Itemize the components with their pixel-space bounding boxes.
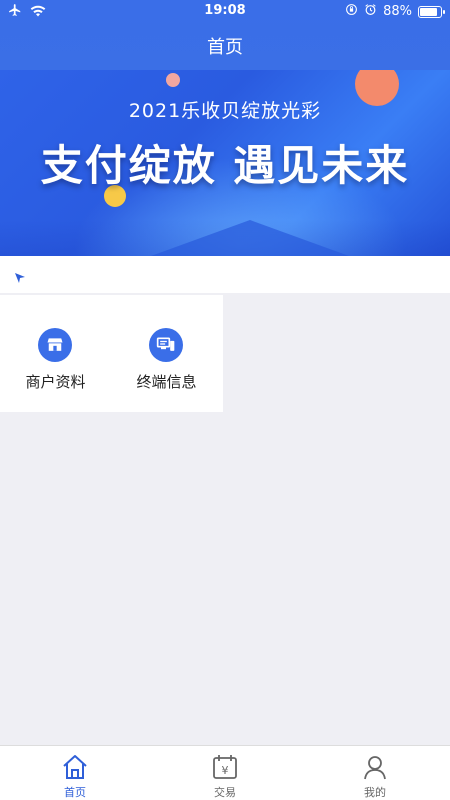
alarm-icon bbox=[364, 3, 377, 20]
page-title: 首页 bbox=[207, 37, 243, 58]
tab-home[interactable]: 首页 bbox=[0, 746, 150, 800]
top-bar: 19:08 88% 首页 bbox=[0, 0, 450, 70]
battery-fill bbox=[420, 7, 437, 16]
tab-label: 首页 bbox=[64, 786, 86, 799]
banner-triangle bbox=[140, 220, 360, 256]
home-icon bbox=[61, 753, 89, 781]
svg-text:¥: ¥ bbox=[222, 764, 229, 777]
menu-item-merchant-info[interactable]: 商户资料 bbox=[0, 295, 111, 412]
tab-label: 交易 bbox=[214, 786, 236, 799]
banner-headline: 支付绽放 遇见未来 bbox=[40, 141, 410, 190]
tab-profile[interactable]: 我的 bbox=[300, 746, 450, 800]
menu-item-terminal-info[interactable]: 终端信息 bbox=[111, 295, 222, 412]
tab-label: 我的 bbox=[364, 786, 386, 799]
banner-dot-pink bbox=[166, 73, 180, 87]
notice-bar[interactable] bbox=[0, 256, 450, 293]
menu-grid: 商户资料 终端信息 bbox=[0, 295, 223, 412]
notice-icon bbox=[14, 269, 26, 283]
tab-bar: 首页 ¥ 交易 我的 bbox=[0, 745, 450, 800]
terminal-icon bbox=[149, 328, 183, 362]
rotation-lock-icon bbox=[345, 3, 358, 20]
promo-banner[interactable]: 2021乐收贝绽放光彩 支付绽放 遇见未来 bbox=[0, 70, 450, 256]
status-right: 88% bbox=[345, 3, 445, 20]
banner-subtitle: 2021乐收贝绽放光彩 bbox=[128, 100, 322, 122]
profile-icon bbox=[361, 753, 389, 781]
battery-text: 88% bbox=[383, 4, 412, 19]
transaction-icon: ¥ bbox=[211, 753, 239, 781]
status-bar: 19:08 88% bbox=[0, 0, 450, 22]
tab-transactions[interactable]: ¥ 交易 bbox=[150, 746, 300, 800]
shop-icon bbox=[38, 328, 72, 362]
battery-icon bbox=[418, 5, 445, 18]
menu-item-label: 商户资料 bbox=[25, 373, 86, 391]
menu-item-label: 终端信息 bbox=[136, 373, 197, 391]
